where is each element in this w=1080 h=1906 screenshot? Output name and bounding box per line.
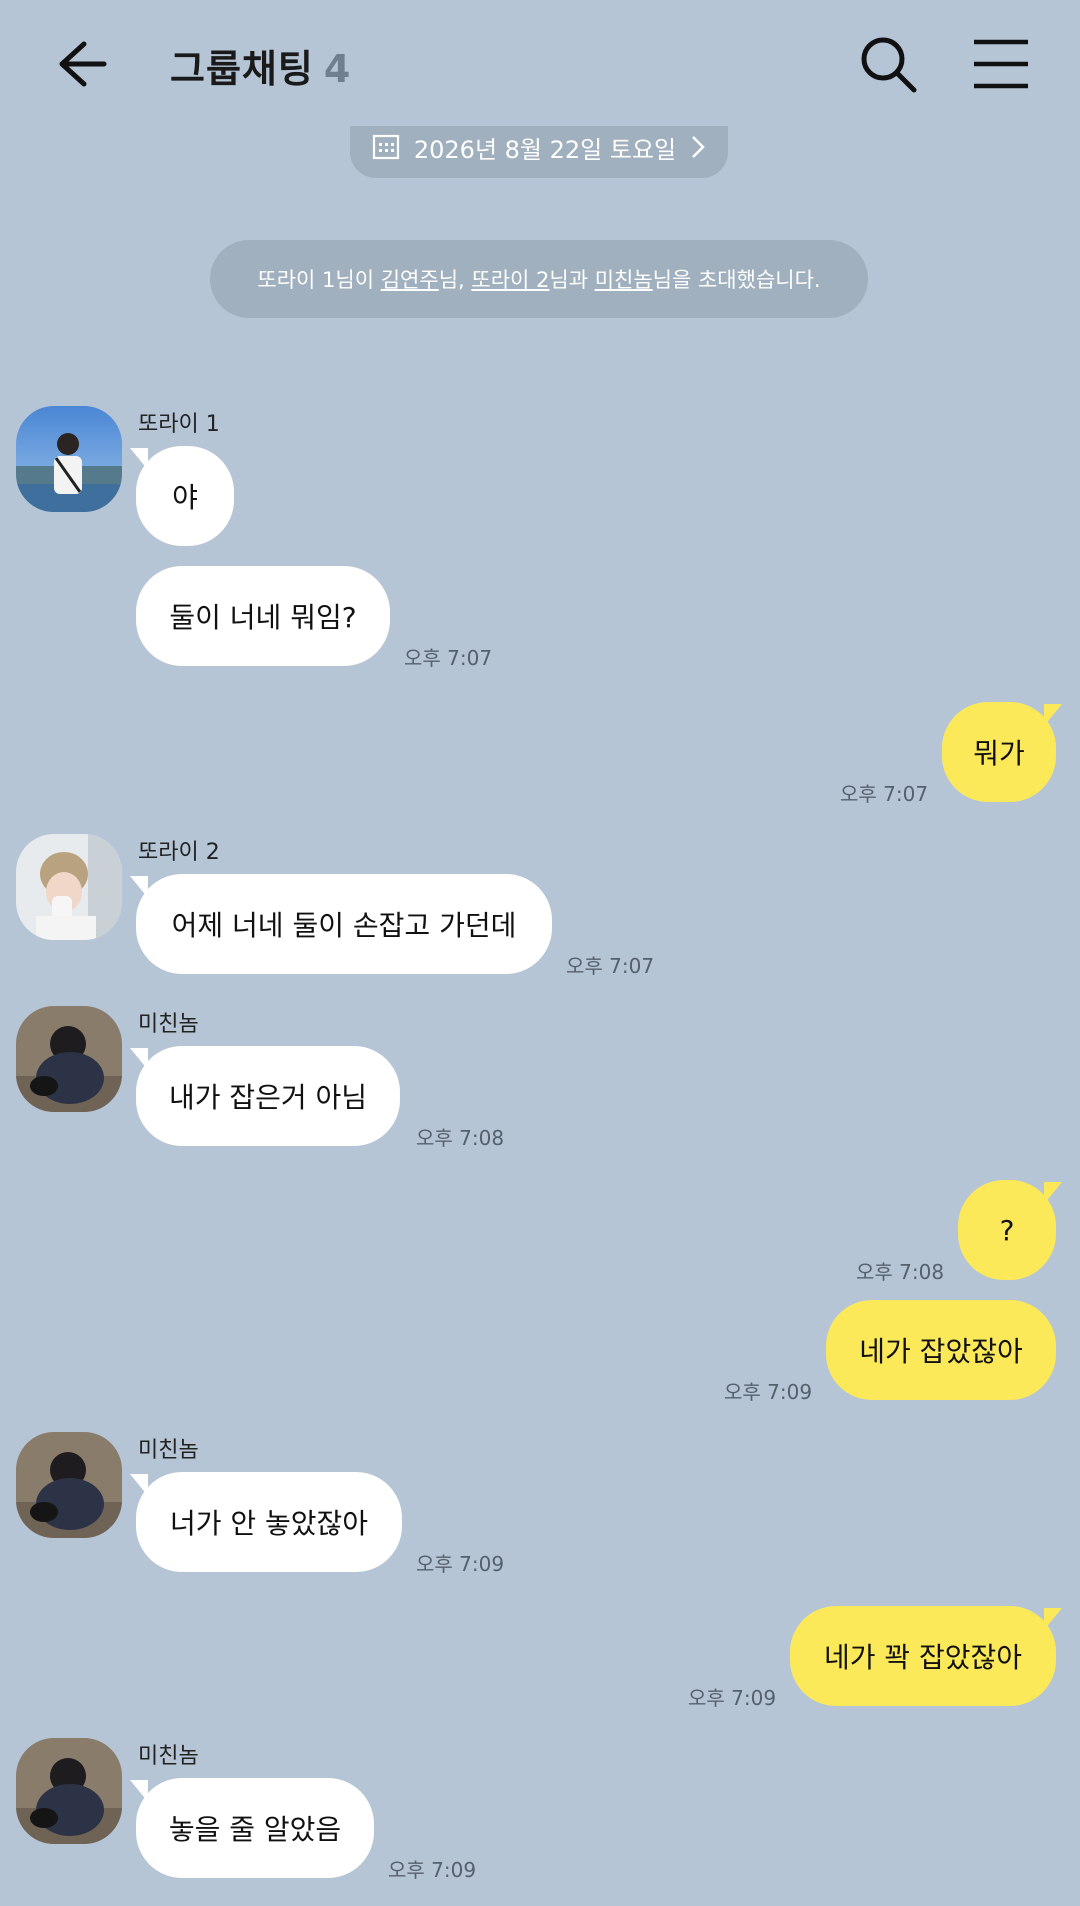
message-bubble[interactable]: 내가 잡은거 아님 [136,1046,400,1146]
menu-icon[interactable] [970,32,1032,96]
message-bubble[interactable]: 너가 안 놓았잖아 [136,1472,402,1572]
avatar[interactable] [16,1432,122,1538]
system-text: 님이 [335,268,381,292]
my-message-bubble[interactable]: 네가 잡았잖아 [826,1300,1056,1400]
inviter-name: 또라이 1 [257,268,336,292]
chevron-right-icon [692,136,705,158]
member-count: 4 [323,47,352,91]
calendar-icon [372,134,399,160]
avatar[interactable] [16,834,122,940]
chat-header: 그룹채팅 4 [0,0,1080,126]
sender-name: 또라이 1 [138,412,220,437]
invitee-link[interactable]: 미친놈 [595,264,653,294]
avatar[interactable] [16,406,122,512]
sender-name: 미친놈 [138,1012,199,1037]
invitee-link[interactable]: 또라이 2 [471,264,549,294]
system-invite-message: 또라이 1 님이 김연주 님, 또라이 2 님과 미친놈 님을 초대했습니다. [210,240,868,318]
date-divider[interactable]: 2026년 8월 22일 토요일 [350,126,728,178]
my-message-bubble[interactable]: 네가 꽉 잡았잖아 [790,1606,1056,1706]
message-time: 오후 7:07 [840,782,929,806]
message-time: 오후 7:08 [856,1260,945,1284]
system-text: 님과 [549,268,595,292]
message-time: 오후 7:09 [388,1858,477,1882]
avatar[interactable] [16,1738,122,1844]
invitee-link[interactable]: 김연주 [381,264,439,294]
message-bubble[interactable]: 둘이 너네 뭐임? [136,566,390,666]
sender-name: 미친놈 [138,1438,199,1463]
message-time: 오후 7:09 [688,1686,777,1710]
back-arrow-icon[interactable] [52,34,112,94]
message-time: 오후 7:08 [416,1126,505,1150]
message-time: 오후 7:09 [416,1552,505,1576]
message-time: 오후 7:07 [566,954,655,978]
message-time: 오후 7:09 [724,1380,813,1404]
date-divider-text: 2026년 8월 22일 토요일 [413,135,677,164]
message-time: 오후 7:07 [404,646,493,670]
my-message-bubble[interactable]: ? [958,1180,1056,1280]
system-text: 님, [438,268,472,292]
avatar[interactable] [16,1006,122,1112]
message-bubble[interactable]: 어제 너네 둘이 손잡고 가던데 [136,874,552,974]
search-icon[interactable] [856,32,920,96]
sender-name: 또라이 2 [138,840,220,865]
my-message-bubble[interactable]: 뭐가 [942,702,1056,802]
chat-title-text: 그룹채팅 [170,47,314,91]
sender-name: 미친놈 [138,1744,199,1769]
system-text: 님을 초대했습니다. [652,268,821,292]
message-bubble[interactable]: 놓을 줄 알았음 [136,1778,374,1878]
chat-title: 그룹채팅 4 [170,38,351,93]
message-bubble[interactable]: 야 [136,446,234,546]
